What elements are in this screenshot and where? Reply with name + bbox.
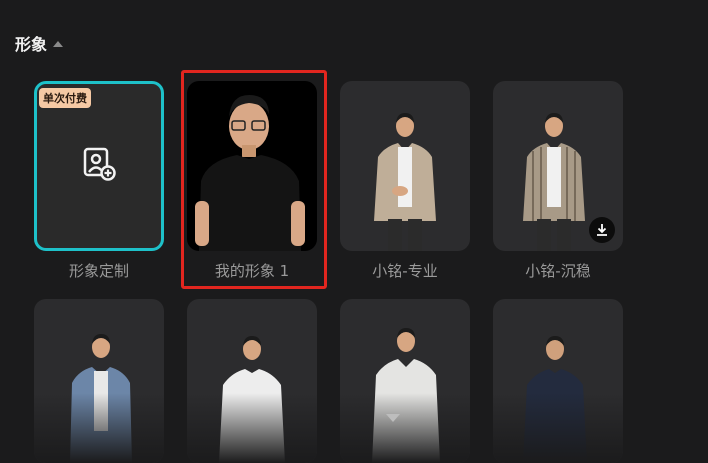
badge-single-pay: 单次付费 (39, 88, 91, 108)
avatar-card-row2-1[interactable] (34, 299, 164, 463)
avatar-image (374, 113, 436, 251)
section-title: 形象 (15, 35, 48, 54)
avatar-card-xiaoming-steady[interactable] (493, 81, 623, 251)
section-header[interactable]: 形象 (15, 31, 64, 55)
caret-down-icon[interactable] (386, 414, 400, 422)
card-fade (340, 393, 470, 463)
avatar-card-custom[interactable]: 单次付费 (34, 81, 164, 251)
avatar-card-row2-3[interactable] (340, 299, 470, 463)
caret-up-icon[interactable] (53, 41, 64, 47)
avatar-card-row2-4[interactable] (493, 299, 623, 463)
card-fade (34, 393, 164, 463)
card-label-custom: 形象定制 (68, 262, 129, 280)
avatar-card-xiaoming-professional[interactable] (340, 81, 470, 251)
avatar-card-row2-2[interactable] (187, 299, 317, 463)
card-label-xiaoming-professional: 小铭-专业 (372, 262, 438, 280)
card-label-xiaoming-steady: 小铭-沉稳 (525, 262, 591, 280)
download-button[interactable] (589, 217, 615, 243)
download-icon (597, 224, 607, 236)
card-fade (493, 393, 623, 463)
portrait-add-icon (81, 146, 117, 186)
card-fade (187, 393, 317, 463)
selection-highlight (181, 70, 327, 289)
